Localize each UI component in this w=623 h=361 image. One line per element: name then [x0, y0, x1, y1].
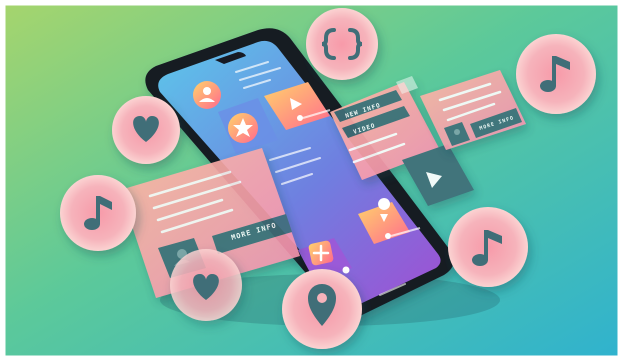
illustration-scene: MORE INFO NEW INFO VIDEO MORE INFO [0, 0, 623, 361]
bubble-heart-top [112, 96, 180, 164]
bubble-music-bottom-right [448, 207, 528, 287]
bubble-music-top-right [516, 34, 596, 114]
bubble-heart-bottom [170, 249, 242, 321]
user-icon [454, 129, 460, 135]
app-illustration: MORE INFO NEW INFO VIDEO MORE INFO [0, 0, 623, 361]
bubble-music-left [60, 175, 136, 251]
user-icon [193, 81, 221, 109]
bubble-location [282, 269, 362, 349]
bubble-code [306, 8, 378, 80]
